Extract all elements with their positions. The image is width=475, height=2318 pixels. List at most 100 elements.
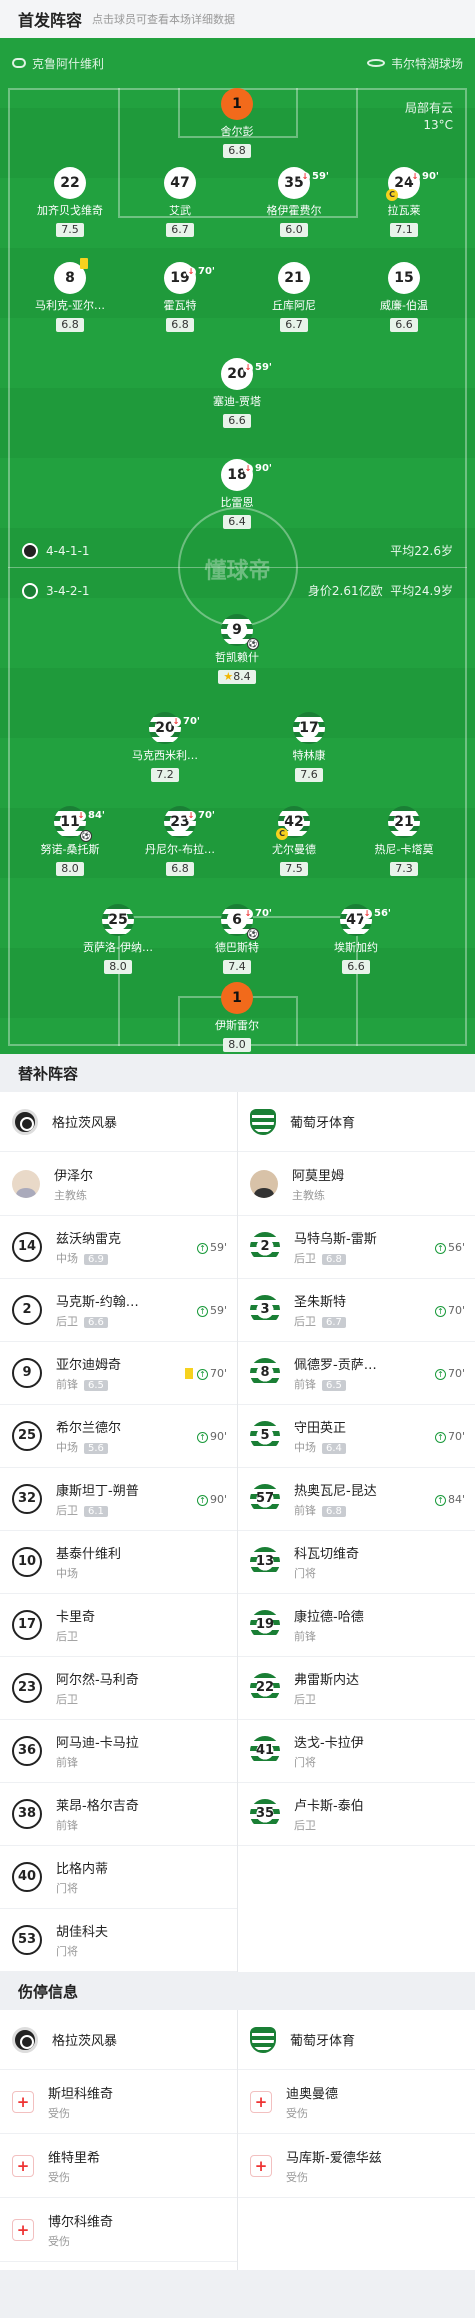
player-info: 科瓦切维奇 门将 <box>294 1543 475 1581</box>
away-formation: 3-4-2-1 <box>46 583 90 598</box>
sub-out-icon: ↓ 70' <box>186 266 215 277</box>
player-info: 斯坦科维奇 受伤 <box>48 2083 237 2121</box>
sub-player-row[interactable]: 5 守田英正 中场 6.4 ↑ 70' <box>238 1405 475 1468</box>
player-number: 2 <box>12 1295 42 1325</box>
player-info: 阿马迪-卡马拉 前锋 <box>56 1732 237 1770</box>
player-number: 25 <box>102 904 134 936</box>
player-number: 13 <box>250 1547 280 1577</box>
injured-player-row[interactable]: + 维特里希 受伤 <box>0 2134 237 2198</box>
sub-player-row[interactable]: 32 康斯坦丁-朔普 后卫 6.1 ↑ 90' <box>0 1468 237 1531</box>
player-position: 门将 <box>294 1567 316 1580</box>
sub-player-row[interactable]: 22 弗雷斯内达 后卫 <box>238 1657 475 1720</box>
player-number: 15 <box>388 262 420 294</box>
player-home-mid-4[interactable]: 15 威廉-伯温 6.6 <box>364 262 444 332</box>
sub-player-row[interactable]: 2 马克斯-约翰… 后卫 6.6 ↑ 59' <box>0 1279 237 1342</box>
sub-player-row[interactable]: 57 热奥瓦尼-昆达 前锋 6.8 ↑ 84' <box>238 1468 475 1531</box>
player-name: 马克西米利… <box>132 749 198 762</box>
sub-player-row[interactable]: 23 阿尔然-马利奇 后卫 <box>0 1657 237 1720</box>
player-away-def-3[interactable]: 47 ↓ 56' 埃斯加约 6.6 <box>316 904 396 974</box>
player-home-def-3[interactable]: 35 ↓ 59' 格伊霍费尔 6.0 <box>254 167 334 237</box>
sub-player-row[interactable]: 13 科瓦切维奇 门将 <box>238 1531 475 1594</box>
goal-ball-icon: ⚽ <box>80 830 92 842</box>
player-rating: 6.6 <box>223 414 251 428</box>
player-away-am-2[interactable]: 17 特林康 7.6 <box>269 712 349 782</box>
player-number: 9 <box>12 1358 42 1388</box>
injured-player-row[interactable]: + 马库斯-爱德华兹 受伤 <box>238 2134 475 2198</box>
player-name: 博尔科维奇 <box>48 2214 114 2230</box>
player-home-mid-2[interactable]: 19 ↓ 70' 霍瓦特 6.8 <box>140 262 220 332</box>
player-rating: 8.0 <box>104 960 132 974</box>
stadium-name: 韦尔特湖球场 <box>390 56 463 71</box>
player-rating: 6.8 <box>322 1254 346 1265</box>
player-rating: 6.6 <box>390 318 418 332</box>
player-number: 35 <box>250 1799 280 1829</box>
player-number: 23 <box>12 1673 42 1703</box>
sub-player-row[interactable]: 8 佩德罗-贡萨… 前锋 6.5 ↑ 70' <box>238 1342 475 1405</box>
player-info: 胡佳科夫 门将 <box>56 1921 237 1959</box>
player-away-mid-3[interactable]: 42 C 尤尔曼德 7.5 <box>254 806 334 876</box>
player-away-mid-2[interactable]: 23 ↓ 70' 丹尼尔-布拉… 6.8 <box>140 806 220 876</box>
sub-player-row[interactable]: 9 亚尔迪姆奇 前锋 6.5 ↑ 70' <box>0 1342 237 1405</box>
sub-player-row[interactable]: 38 莱昂-格尔吉奇 前锋 <box>0 1783 237 1846</box>
sub-player-row[interactable]: 53 胡佳科夫 门将 <box>0 1909 237 1972</box>
player-home-fw[interactable]: 18 ↓ 90' 比雷恩 6.4 <box>197 459 277 529</box>
player-info: 迭戈-卡拉伊 门将 <box>294 1732 475 1770</box>
sub-player-row[interactable]: 10 基泰什维利 中场 <box>0 1531 237 1594</box>
player-info: 马库斯-爱德华兹 受伤 <box>286 2147 475 2185</box>
sub-player-row[interactable]: 17 卡里奇 后卫 <box>0 1594 237 1657</box>
injured-player-row[interactable]: + 迪奥曼德 受伤 <box>238 2070 475 2134</box>
player-home-def-4[interactable]: 24 ↓ 90' C 拉瓦莱 7.1 <box>364 167 444 237</box>
sub-player-row[interactable]: 25 希尔兰德尔 中场 5.6 ↑ 90' <box>0 1405 237 1468</box>
player-rating: 6.0 <box>280 223 308 237</box>
player-away-def-1[interactable]: 25 贡萨洛-伊纳… 8.0 <box>78 904 158 974</box>
player-position: 门将 <box>56 1945 78 1958</box>
sub-in-icon: ↑ <box>196 1242 208 1254</box>
sub-player-row[interactable]: 2 马特乌斯-雷斯 后卫 6.8 ↑ 56' <box>238 1216 475 1279</box>
player-home-gk[interactable]: 1 舍尔彭 6.8 <box>197 88 277 158</box>
player-home-def-2[interactable]: 47 艾武 6.7 <box>140 167 220 237</box>
player-rating: 6.8 <box>166 318 194 332</box>
player-name: 阿马迪-卡马拉 <box>56 1736 139 1751</box>
home-coach-row[interactable]: 伊泽尔 主教练 <box>0 1152 237 1216</box>
player-info: 阿尔然-马利奇 后卫 <box>56 1669 237 1707</box>
sub-player-row[interactable]: 14 兹沃纳雷克 中场 6.9 ↑ 59' <box>0 1216 237 1279</box>
player-name: 埃斯加约 <box>334 941 378 954</box>
player-rating: 7.6 <box>295 768 323 782</box>
player-name: 马利克-亚尔… <box>35 299 105 312</box>
injured-player-row[interactable]: + 博尔科维奇 受伤 <box>0 2198 237 2262</box>
player-info: 莱昂-格尔吉奇 前锋 <box>56 1795 237 1833</box>
lineup-subtitle: 点击球员可查看本场详细数据 <box>92 13 236 26</box>
player-number: 2 <box>250 1232 280 1262</box>
yellow-card-icon <box>184 1368 193 1379</box>
player-away-am-1[interactable]: 20 ↓ 70' 马克西米利… 7.2 <box>125 712 205 782</box>
sub-player-row[interactable]: 36 阿马迪-卡马拉 前锋 <box>0 1720 237 1783</box>
player-name: 热尼-卡塔莫 <box>374 843 434 856</box>
sub-out-icon: ↓ 90' <box>243 463 272 474</box>
sub-player-row[interactable]: 40 比格内蒂 门将 <box>0 1846 237 1909</box>
sub-player-row[interactable]: 35 卢卡斯-泰伯 后卫 <box>238 1783 475 1846</box>
player-home-mid-3[interactable]: 21 丘库阿尼 6.7 <box>254 262 334 332</box>
player-home-def-1[interactable]: 22 加齐贝戈维奇 7.5 <box>30 167 110 237</box>
player-number: 47 ↓ 56' <box>340 904 391 936</box>
player-away-gk[interactable]: 1 伊斯雷尔 8.0 <box>197 982 277 1052</box>
player-home-am[interactable]: 20 ↓ 59' 塞迪-贾塔 6.6 <box>197 358 277 428</box>
player-away-mid-1[interactable]: 11 ↓ 84' ⚽ 努诺-桑托斯 8.0 <box>30 806 110 876</box>
lineup-header: 首发阵容 点击球员可查看本场详细数据 <box>0 0 475 38</box>
player-away-fw[interactable]: 9 ⚽ 哲凯赖什 ★8.4 <box>197 614 277 684</box>
player-home-mid-1[interactable]: 8 马利克-亚尔… 6.8 <box>30 258 110 332</box>
player-away-mid-4[interactable]: 21 热尼-卡塔莫 7.3 <box>364 806 444 876</box>
away-coach-row[interactable]: 阿莫里姆 主教练 <box>238 1152 475 1216</box>
sub-player-row[interactable]: 41 迭戈-卡拉伊 门将 <box>238 1720 475 1783</box>
player-away-def-2[interactable]: 6 ↓ 70' ⚽ 德巴斯特 7.4 <box>197 904 277 974</box>
referee-name: 克鲁阿什维利 <box>32 56 105 71</box>
sub-player-row[interactable]: 3 圣朱斯特 后卫 6.7 ↑ 70' <box>238 1279 475 1342</box>
player-name: 迪奥曼德 <box>286 2086 339 2102</box>
sporting-logo-icon <box>250 1108 276 1135</box>
sub-player-row[interactable]: 19 康拉德-哈德 前锋 <box>238 1594 475 1657</box>
player-number: 6 ↓ 70' ⚽ <box>221 904 272 940</box>
player-rating: 7.2 <box>151 768 179 782</box>
player-rating: 6.9 <box>84 1254 108 1265</box>
injured-player-row[interactable]: + 斯坦科维奇 受伤 <box>0 2070 237 2134</box>
player-rating: 8.0 <box>223 1038 251 1052</box>
sub-in-icon: ↑ <box>434 1494 446 1506</box>
